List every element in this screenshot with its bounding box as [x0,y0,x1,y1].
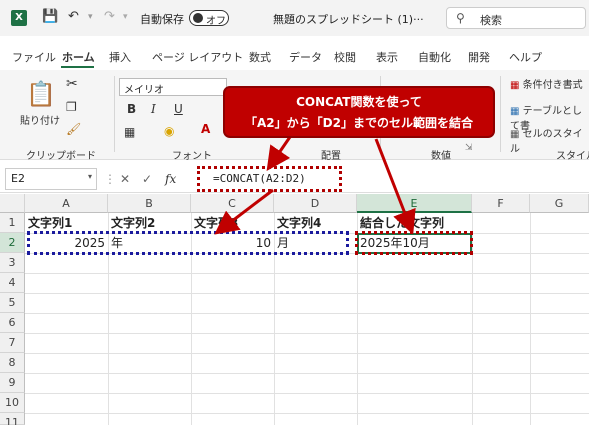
arrow-to-range [214,188,274,235]
annotation-callout: CONCAT関数を使って 「A2」から「D2」までのセル範囲を結合 [223,86,495,138]
arrow-to-result [374,138,416,235]
callout-line-2: 「A2」から「D2」までのセル範囲を結合 [245,116,473,130]
callout-line-1: CONCAT関数を使って [296,95,422,109]
arrow-to-formula [266,133,294,171]
annotation-arrows [214,133,416,235]
